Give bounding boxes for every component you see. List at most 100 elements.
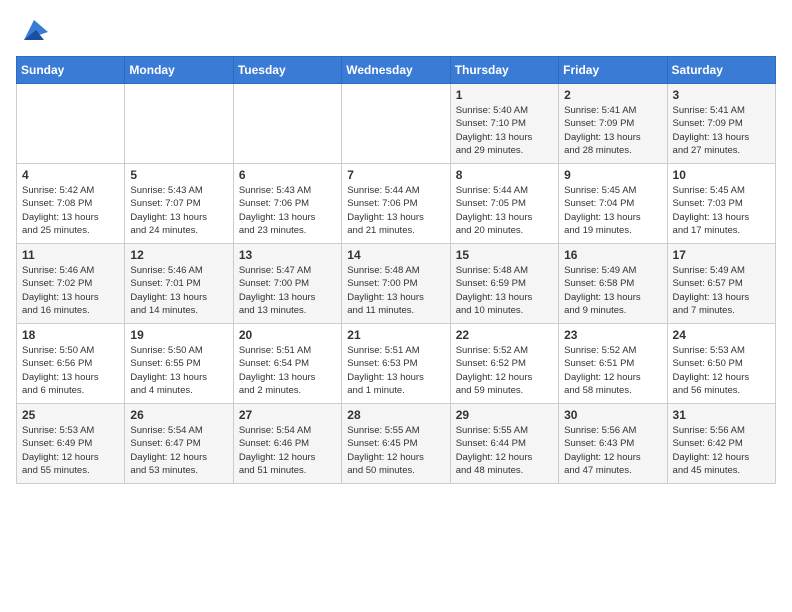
- calendar-cell: 5Sunrise: 5:43 AM Sunset: 7:07 PM Daylig…: [125, 164, 233, 244]
- weekday-header: Saturday: [667, 57, 775, 84]
- calendar-cell: 23Sunrise: 5:52 AM Sunset: 6:51 PM Dayli…: [559, 324, 667, 404]
- calendar-cell: 6Sunrise: 5:43 AM Sunset: 7:06 PM Daylig…: [233, 164, 341, 244]
- calendar-cell: 17 Sunrise: 5:49 AM Sunset: 6:57 PM Dayli…: [667, 244, 775, 324]
- calendar-cell: 28 Sunrise: 5:55 AM Sunset: 6:45 PM Dayli…: [342, 404, 450, 484]
- calendar-cell: 21 Sunrise: 5:51 AM Sunset: 6:53 PM Dayli…: [342, 324, 450, 404]
- weekday-header-row: SundayMondayTuesdayWednesdayThursdayFrid…: [17, 57, 776, 84]
- calendar-cell: 16 Sunrise: 5:49 AM Sunset: 6:58 PM Dayli…: [559, 244, 667, 324]
- day-info: Sunrise: 5:50 AM Sunset: 6:55 PM Dayligh…: [130, 344, 227, 397]
- day-number: 8: [456, 168, 553, 182]
- calendar-cell: 3Sunrise: 5:41 AM Sunset: 7:09 PM Daylig…: [667, 84, 775, 164]
- day-number: 16: [564, 248, 661, 262]
- day-info: Sunrise: 5:45 AM Sunset: 7:03 PM Dayligh…: [673, 184, 770, 237]
- weekday-header: Monday: [125, 57, 233, 84]
- day-number: 25: [22, 408, 119, 422]
- day-info: Sunrise: 5:41 AM Sunset: 7:09 PM Dayligh…: [564, 104, 661, 157]
- day-number: 2: [564, 88, 661, 102]
- day-info: Sunrise: 5:40 AM Sunset: 7:10 PM Dayligh…: [456, 104, 553, 157]
- day-number: 22: [456, 328, 553, 342]
- calendar-cell: 1 Sunrise: 5:40 AM Sunset: 7:10 PM Daylig…: [450, 84, 558, 164]
- day-info: Sunrise: 5:44 AM Sunset: 7:06 PM Dayligh…: [347, 184, 444, 237]
- calendar-week-row: 1 Sunrise: 5:40 AM Sunset: 7:10 PM Daylig…: [17, 84, 776, 164]
- day-number: 7: [347, 168, 444, 182]
- day-info: Sunrise: 5:55 AM Sunset: 6:45 PM Dayligh…: [347, 424, 444, 477]
- weekday-header: Tuesday: [233, 57, 341, 84]
- calendar-cell: 7 Sunrise: 5:44 AM Sunset: 7:06 PM Daylig…: [342, 164, 450, 244]
- weekday-header: Sunday: [17, 57, 125, 84]
- calendar-table: SundayMondayTuesdayWednesdayThursdayFrid…: [16, 56, 776, 484]
- day-info: Sunrise: 5:46 AM Sunset: 7:01 PM Dayligh…: [130, 264, 227, 317]
- calendar-cell: 9 Sunrise: 5:45 AM Sunset: 7:04 PM Daylig…: [559, 164, 667, 244]
- calendar-cell: 24 Sunrise: 5:53 AM Sunset: 6:50 PM Dayli…: [667, 324, 775, 404]
- day-info: Sunrise: 5:48 AM Sunset: 7:00 PM Dayligh…: [347, 264, 444, 317]
- calendar-cell: 15Sunrise: 5:48 AM Sunset: 6:59 PM Dayli…: [450, 244, 558, 324]
- calendar-cell: 27 Sunrise: 5:54 AM Sunset: 6:46 PM Dayli…: [233, 404, 341, 484]
- day-number: 21: [347, 328, 444, 342]
- calendar-cell: 30Sunrise: 5:56 AM Sunset: 6:43 PM Dayli…: [559, 404, 667, 484]
- day-number: 4: [22, 168, 119, 182]
- calendar-cell: 26 Sunrise: 5:54 AM Sunset: 6:47 PM Dayli…: [125, 404, 233, 484]
- calendar-cell: 20 Sunrise: 5:51 AM Sunset: 6:54 PM Dayli…: [233, 324, 341, 404]
- calendar-cell: 14 Sunrise: 5:48 AM Sunset: 7:00 PM Dayli…: [342, 244, 450, 324]
- day-number: 26: [130, 408, 227, 422]
- calendar-cell: 25 Sunrise: 5:53 AM Sunset: 6:49 PM Dayli…: [17, 404, 125, 484]
- weekday-header: Wednesday: [342, 57, 450, 84]
- calendar-cell: 29Sunrise: 5:55 AM Sunset: 6:44 PM Dayli…: [450, 404, 558, 484]
- day-info: Sunrise: 5:51 AM Sunset: 6:54 PM Dayligh…: [239, 344, 336, 397]
- calendar-cell: [17, 84, 125, 164]
- calendar-cell: [342, 84, 450, 164]
- day-info: Sunrise: 5:45 AM Sunset: 7:04 PM Dayligh…: [564, 184, 661, 237]
- day-number: 3: [673, 88, 770, 102]
- day-info: Sunrise: 5:49 AM Sunset: 6:57 PM Dayligh…: [673, 264, 770, 317]
- day-number: 11: [22, 248, 119, 262]
- day-number: 30: [564, 408, 661, 422]
- calendar-cell: 19Sunrise: 5:50 AM Sunset: 6:55 PM Dayli…: [125, 324, 233, 404]
- day-number: 5: [130, 168, 227, 182]
- day-info: Sunrise: 5:46 AM Sunset: 7:02 PM Dayligh…: [22, 264, 119, 317]
- calendar-cell: 18 Sunrise: 5:50 AM Sunset: 6:56 PM Dayli…: [17, 324, 125, 404]
- calendar-cell: 22 Sunrise: 5:52 AM Sunset: 6:52 PM Dayli…: [450, 324, 558, 404]
- day-info: Sunrise: 5:47 AM Sunset: 7:00 PM Dayligh…: [239, 264, 336, 317]
- calendar-week-row: 18 Sunrise: 5:50 AM Sunset: 6:56 PM Dayli…: [17, 324, 776, 404]
- day-number: 12: [130, 248, 227, 262]
- logo: [16, 16, 48, 44]
- weekday-header: Friday: [559, 57, 667, 84]
- day-number: 27: [239, 408, 336, 422]
- day-info: Sunrise: 5:54 AM Sunset: 6:47 PM Dayligh…: [130, 424, 227, 477]
- day-info: Sunrise: 5:42 AM Sunset: 7:08 PM Dayligh…: [22, 184, 119, 237]
- logo-icon: [20, 16, 48, 44]
- calendar-cell: 8 Sunrise: 5:44 AM Sunset: 7:05 PM Daylig…: [450, 164, 558, 244]
- day-info: Sunrise: 5:56 AM Sunset: 6:42 PM Dayligh…: [673, 424, 770, 477]
- calendar-cell: 10Sunrise: 5:45 AM Sunset: 7:03 PM Dayli…: [667, 164, 775, 244]
- calendar-cell: 13 Sunrise: 5:47 AM Sunset: 7:00 PM Dayli…: [233, 244, 341, 324]
- day-info: Sunrise: 5:53 AM Sunset: 6:49 PM Dayligh…: [22, 424, 119, 477]
- day-info: Sunrise: 5:52 AM Sunset: 6:52 PM Dayligh…: [456, 344, 553, 397]
- calendar-cell: 31 Sunrise: 5:56 AM Sunset: 6:42 PM Dayli…: [667, 404, 775, 484]
- day-number: 24: [673, 328, 770, 342]
- calendar-cell: 2 Sunrise: 5:41 AM Sunset: 7:09 PM Daylig…: [559, 84, 667, 164]
- day-number: 20: [239, 328, 336, 342]
- day-number: 28: [347, 408, 444, 422]
- calendar-cell: 11 Sunrise: 5:46 AM Sunset: 7:02 PM Dayli…: [17, 244, 125, 324]
- day-number: 29: [456, 408, 553, 422]
- day-number: 18: [22, 328, 119, 342]
- day-info: Sunrise: 5:54 AM Sunset: 6:46 PM Dayligh…: [239, 424, 336, 477]
- day-info: Sunrise: 5:44 AM Sunset: 7:05 PM Dayligh…: [456, 184, 553, 237]
- day-info: Sunrise: 5:49 AM Sunset: 6:58 PM Dayligh…: [564, 264, 661, 317]
- day-number: 14: [347, 248, 444, 262]
- weekday-header: Thursday: [450, 57, 558, 84]
- day-number: 6: [239, 168, 336, 182]
- day-number: 15: [456, 248, 553, 262]
- day-number: 17: [673, 248, 770, 262]
- day-info: Sunrise: 5:50 AM Sunset: 6:56 PM Dayligh…: [22, 344, 119, 397]
- day-number: 1: [456, 88, 553, 102]
- day-number: 31: [673, 408, 770, 422]
- day-number: 9: [564, 168, 661, 182]
- day-info: Sunrise: 5:52 AM Sunset: 6:51 PM Dayligh…: [564, 344, 661, 397]
- calendar-week-row: 11 Sunrise: 5:46 AM Sunset: 7:02 PM Dayli…: [17, 244, 776, 324]
- day-number: 13: [239, 248, 336, 262]
- page-header: [16, 16, 776, 44]
- calendar-week-row: 4 Sunrise: 5:42 AM Sunset: 7:08 PM Daylig…: [17, 164, 776, 244]
- day-info: Sunrise: 5:51 AM Sunset: 6:53 PM Dayligh…: [347, 344, 444, 397]
- day-info: Sunrise: 5:53 AM Sunset: 6:50 PM Dayligh…: [673, 344, 770, 397]
